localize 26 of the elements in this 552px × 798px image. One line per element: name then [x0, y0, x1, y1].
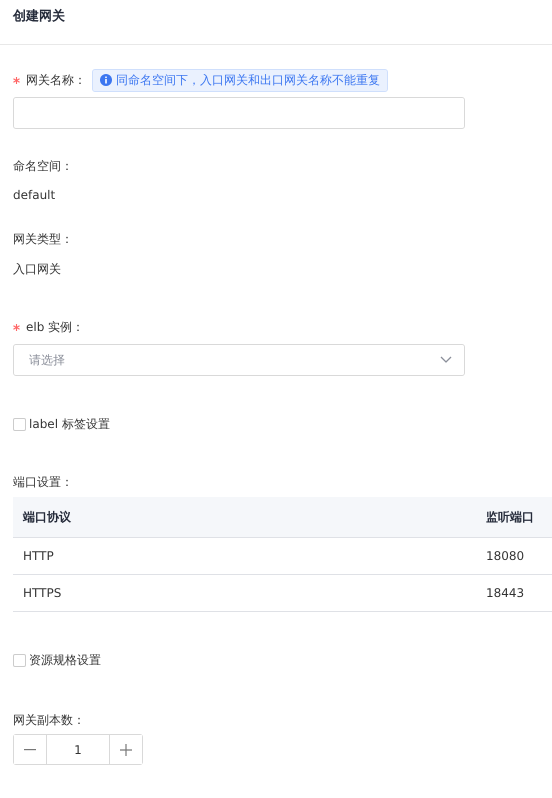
field-label: 网关名称： [26, 72, 86, 88]
table-cell: HTTPS [13, 574, 476, 612]
column-header: 端口协议 [13, 497, 476, 538]
column-header: 监听端口 [476, 497, 552, 538]
field-label: 网关副本数： [13, 712, 85, 728]
checkbox-label: label 标签设置 [29, 416, 110, 433]
field-value: default [13, 188, 56, 202]
checkbox[interactable] [13, 418, 26, 431]
info-icon [100, 74, 112, 86]
field-label: 命名空间： [13, 158, 73, 174]
table-cell: HTTP [13, 538, 476, 574]
page-title: 创建网关 [13, 8, 65, 25]
table-cell: 18080 [476, 538, 552, 574]
select-placeholder: 请选择 [29, 352, 65, 368]
field-label: 端口设置： [13, 474, 73, 490]
table-cell: 18443 [476, 574, 552, 612]
name-input-field[interactable] [13, 97, 465, 129]
plus-icon [120, 744, 132, 756]
field-label: 网关类型： [13, 230, 73, 248]
checkbox[interactable] [13, 654, 26, 667]
checkbox-label: 资源规格设置 [29, 652, 101, 669]
hint-text: 同命名空间下，入口网关和出口网关名称不能重复 [116, 72, 380, 88]
field-label: elb 实例： [26, 318, 84, 336]
field-value: 入口网关 [13, 261, 61, 278]
chevron-down-icon [440, 356, 452, 364]
minus-icon [24, 748, 36, 750]
